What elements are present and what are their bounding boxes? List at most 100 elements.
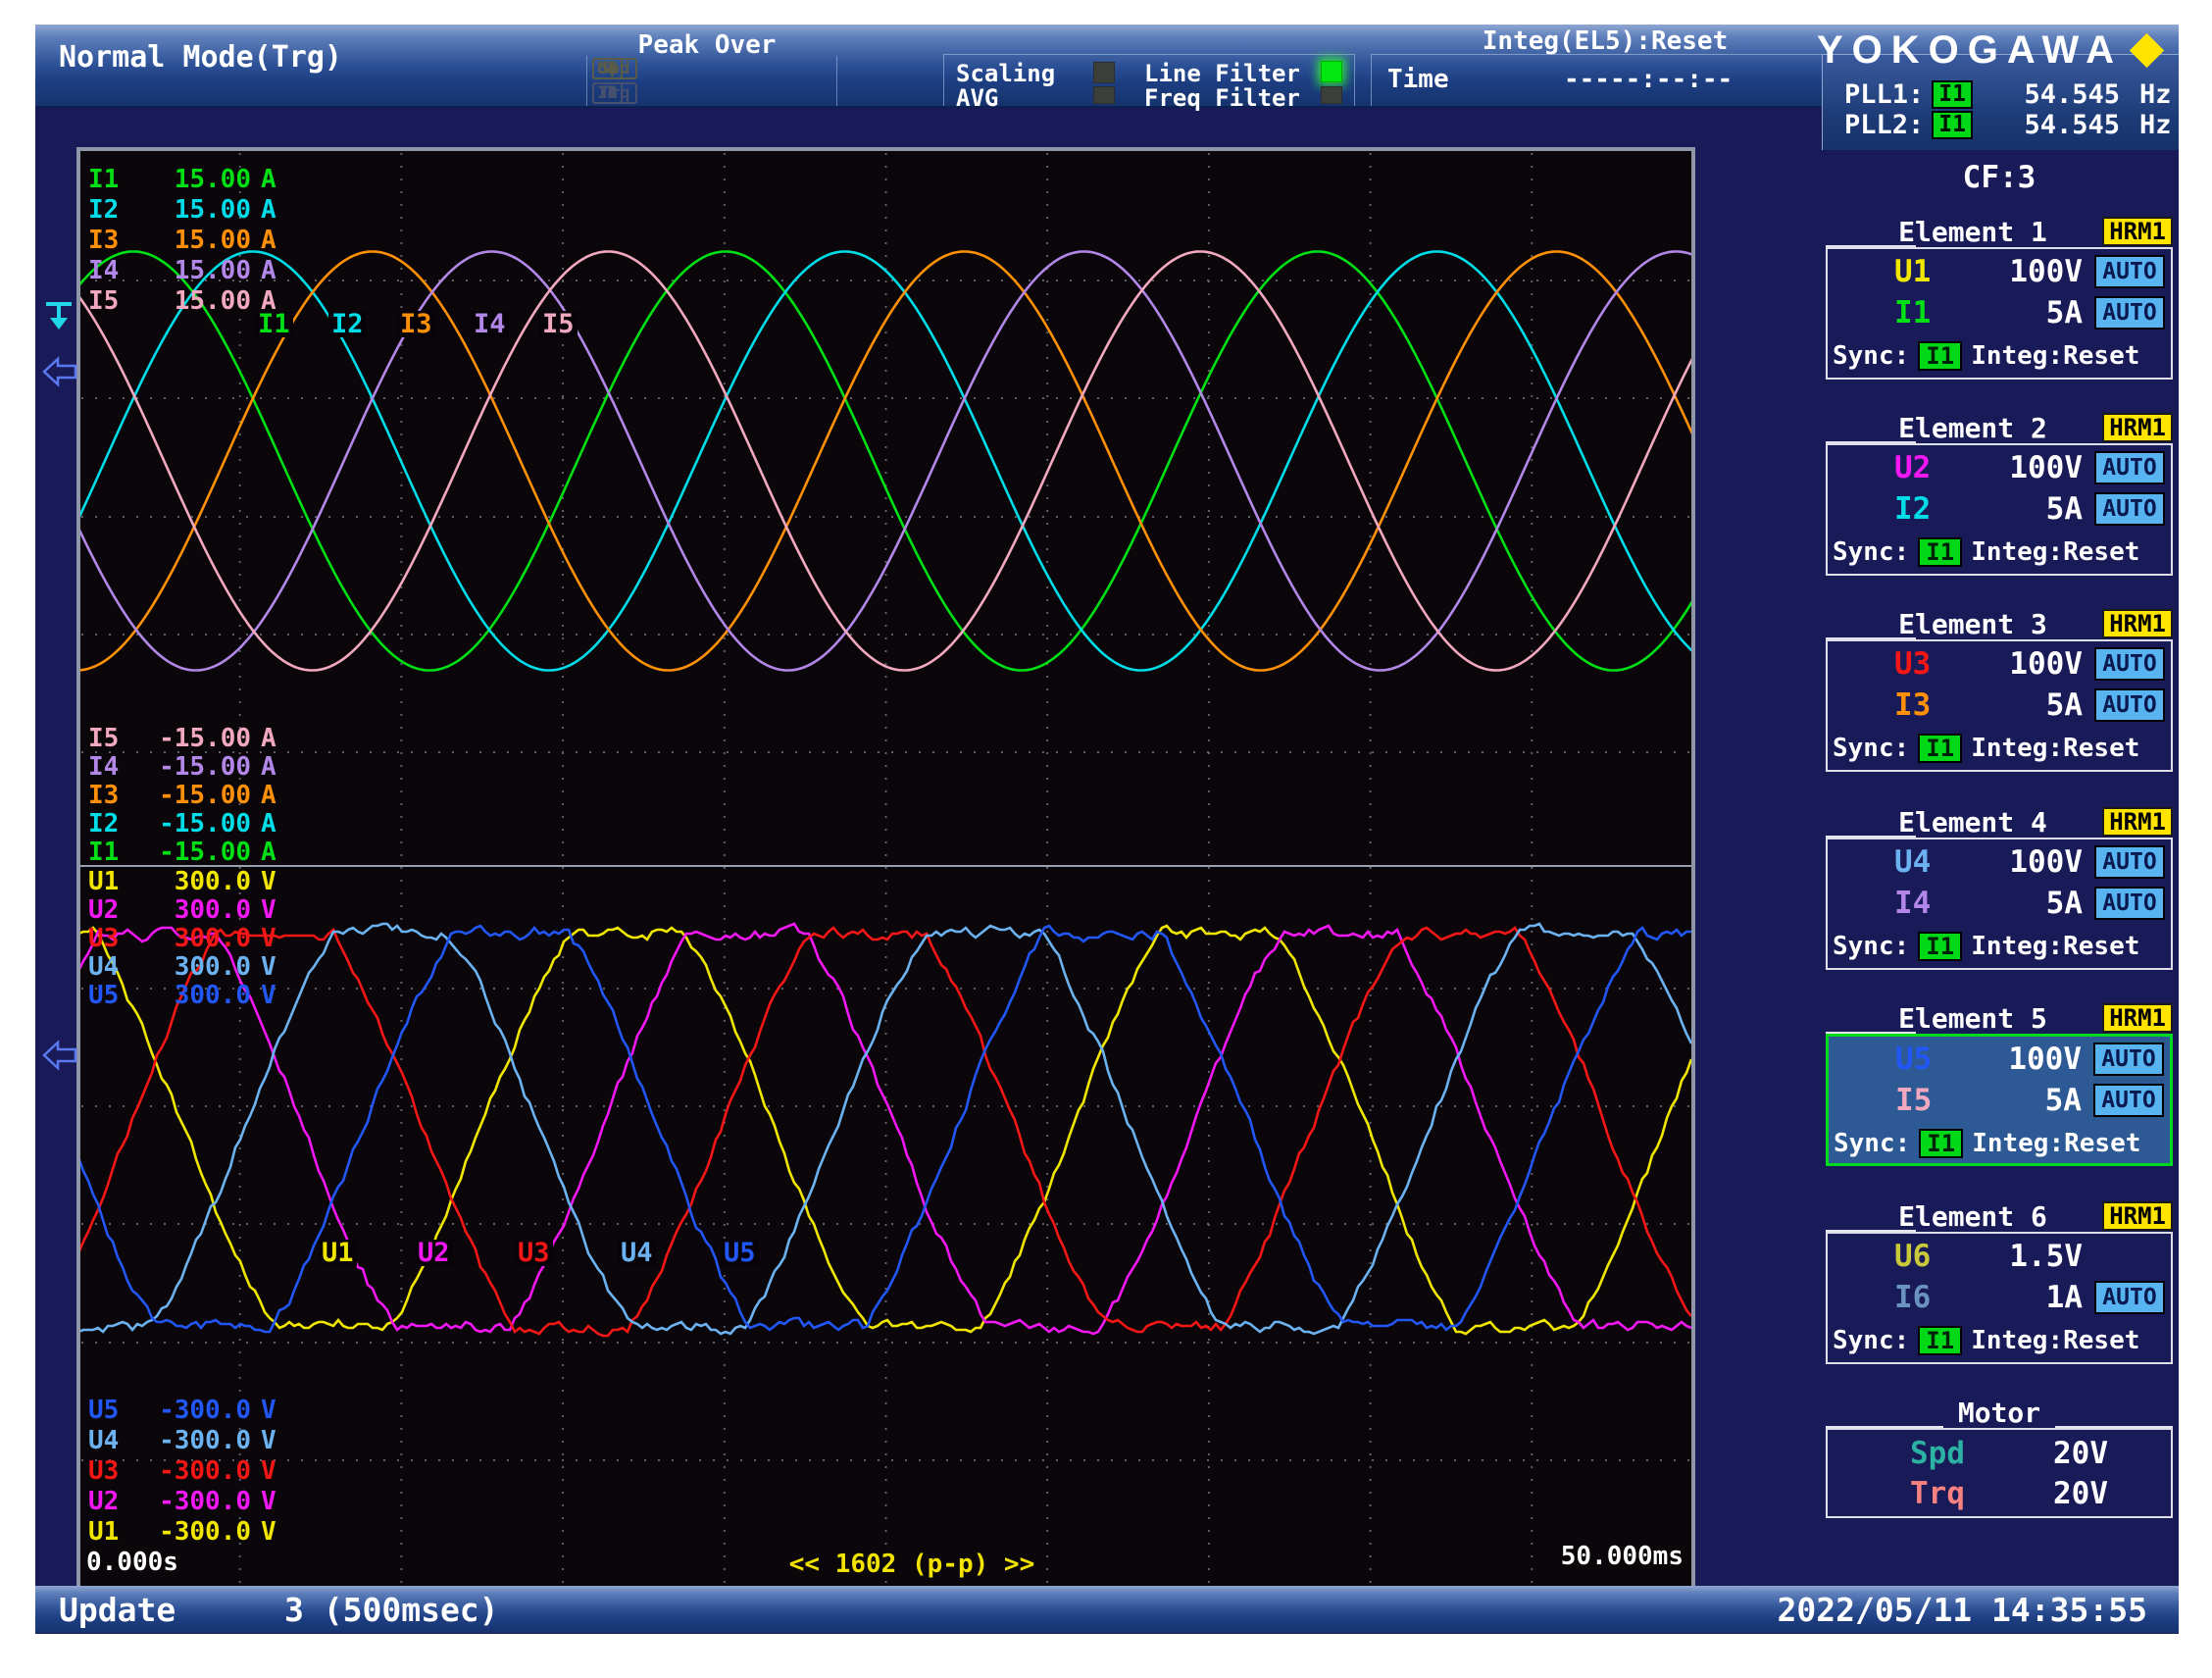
motor-title: Motor bbox=[1957, 1397, 2041, 1429]
current-range-value: 5A bbox=[2045, 886, 2083, 921]
peak-over-voltage-row: U1 U2 U3 U4 U5 U6 Spd bbox=[592, 58, 836, 82]
element-title: Element 1 bbox=[1898, 216, 2047, 248]
line-filter-led-icon bbox=[1321, 61, 1342, 82]
scale-label-i5-mid_neg: I5 -15.00 A bbox=[88, 724, 276, 753]
element-title: Element 2 bbox=[1898, 412, 2047, 444]
scale-label-i2-top: I2 15.00 A bbox=[88, 195, 276, 225]
scale-label-u5-bot_neg: U5 -300.0 V bbox=[88, 1396, 276, 1425]
element-settings-box[interactable]: U6 1.5V I6 1A AUTO Sync: I1 Integ:Reset bbox=[1826, 1232, 2173, 1364]
zero-position-marker-bottom-icon[interactable] bbox=[41, 1040, 78, 1071]
scale-label-i5-top: I5 15.00 A bbox=[88, 286, 276, 316]
element-6-panel[interactable]: Element 6 HRM1 U6 1.5V I6 1A AUTO Sync: I… bbox=[1826, 1200, 2173, 1364]
pll-frequency-unit: Hz bbox=[2138, 78, 2172, 110]
current-range-auto-badge: AUTO bbox=[2094, 492, 2165, 526]
sync-source-badge: I1 bbox=[1919, 1129, 1964, 1158]
wave-u4 bbox=[78, 922, 1693, 1336]
element-settings-box[interactable]: U1 100V AUTO I1 5A AUTO Sync: I1 Integ:Res… bbox=[1826, 247, 2173, 380]
brand: YOKOGAWA bbox=[1817, 28, 2167, 73]
element-settings-box[interactable]: U5 100V AUTO I5 5A AUTO Sync: I1 Integ:Res… bbox=[1826, 1034, 2173, 1166]
wave-u2 bbox=[78, 922, 1692, 1336]
sync-label: Sync: bbox=[1833, 932, 1910, 961]
sync-source-badge: I1 bbox=[1918, 537, 1963, 567]
harmonics-mode-badge: HRM1 bbox=[2102, 413, 2173, 442]
time-axis-start: 0.000s bbox=[86, 1548, 178, 1577]
integ-status: Integ:Reset bbox=[1971, 932, 2140, 961]
voltage-range-value: 100V bbox=[2009, 646, 2083, 682]
scale-label-u2-bot_neg: U2 -300.0 V bbox=[88, 1487, 276, 1516]
element-1-panel[interactable]: Element 1 HRM1 U1 100V AUTO I1 5A AUTO Syn… bbox=[1826, 216, 2173, 380]
harmonics-mode-badge: HRM1 bbox=[2102, 1003, 2173, 1033]
freq-filter-label: Freq Filter bbox=[1144, 84, 1300, 112]
element-title: Element 3 bbox=[1898, 608, 2047, 640]
sync-label: Sync: bbox=[1833, 734, 1910, 763]
element-2-panel[interactable]: Element 2 HRM1 U2 100V AUTO I2 5A AUTO Syn… bbox=[1826, 412, 2173, 576]
sync-row: Sync: I1 Integ:Reset bbox=[1833, 537, 2148, 567]
scale-label-u4-bot_neg: U4 -300.0 V bbox=[88, 1426, 276, 1455]
sync-row: Sync: I1 Integ:Reset bbox=[1833, 1326, 2148, 1355]
wave-label-u3: U3 bbox=[515, 1240, 553, 1266]
sync-row: Sync: I1 Integ:Reset bbox=[1833, 734, 2148, 763]
zero-position-marker-top-icon[interactable] bbox=[41, 356, 78, 387]
current-channel-label: I4 bbox=[1894, 886, 1932, 921]
pll-label: PLL1: bbox=[1844, 78, 1925, 110]
element-settings-box[interactable]: U3 100V AUTO I3 5A AUTO Sync: I1 Integ:Res… bbox=[1826, 639, 2173, 772]
voltage-range-auto-badge: AUTO bbox=[2094, 451, 2165, 484]
sync-row: Sync: I1 Integ:Reset bbox=[1833, 341, 2148, 371]
datetime: 2022/05/11 14:35:55 bbox=[1777, 1591, 2148, 1629]
integ-status: Integ:Reset bbox=[1971, 537, 2140, 567]
current-range-value: 5A bbox=[2045, 687, 2083, 723]
scale-label-i3-mid_neg: I3 -15.00 A bbox=[88, 781, 276, 810]
scale-label-u1-mid_pos: U1 300.0 V bbox=[88, 867, 276, 896]
sync-label: Sync: bbox=[1833, 537, 1910, 567]
current-channel-label: I6 bbox=[1894, 1280, 1932, 1315]
voltage-channel-label: U1 bbox=[1894, 254, 1932, 289]
harmonics-mode-badge: HRM1 bbox=[2102, 609, 2173, 638]
line-filter-label: Line Filter bbox=[1144, 60, 1300, 87]
scale-label-i3-top: I3 15.00 A bbox=[88, 226, 276, 255]
voltage-range-value: 100V bbox=[2009, 450, 2083, 485]
pll-frequency-value: 54.545 bbox=[2024, 109, 2120, 140]
current-channel-label: I3 bbox=[1894, 687, 1932, 723]
scale-label-i4-mid_neg: I4 -15.00 A bbox=[88, 752, 276, 782]
element-title-row: Element 2 HRM1 bbox=[1826, 412, 2173, 444]
wave-label-u1: U1 bbox=[319, 1240, 357, 1266]
element-title-row: Element 3 HRM1 bbox=[1826, 608, 2173, 640]
pll2-readout: PLL2: I1 54.545 Hz bbox=[1823, 109, 2179, 140]
scale-label-u2-mid_pos: U2 300.0 V bbox=[88, 895, 276, 925]
gridlines bbox=[81, 153, 1690, 1585]
voltage-channel-label: U5 bbox=[1895, 1042, 1933, 1077]
scale-label-i1-top: I1 15.00 A bbox=[88, 165, 276, 194]
scaling-label: Scaling bbox=[956, 60, 1056, 87]
trigger-level-marker-icon[interactable] bbox=[41, 299, 78, 332]
element-3-panel[interactable]: Element 3 HRM1 U3 100V AUTO I3 5A AUTO Syn… bbox=[1826, 608, 2173, 772]
element-5-panel[interactable]: Element 5 HRM1 U5 100V AUTO I5 5A AUTO Syn… bbox=[1826, 1002, 2173, 1166]
element-4-panel[interactable]: Element 4 HRM1 U4 100V AUTO I4 5A AUTO Syn… bbox=[1826, 806, 2173, 970]
integ-status: Integ:Reset bbox=[1972, 1129, 2141, 1158]
motor-channel-label: Trq bbox=[1910, 1476, 1965, 1511]
crest-factor-label: CF:3 bbox=[1962, 160, 2036, 195]
brand-wordmark: YOKOGAWA bbox=[1816, 28, 2123, 72]
wave-u3 bbox=[78, 926, 1692, 1338]
current-range-value: 5A bbox=[2045, 295, 2083, 331]
voltage-range-auto-badge: AUTO bbox=[2093, 1042, 2164, 1076]
instrument-screen: Normal Mode(Trg) Peak Over U1 U2 U3 U4 U5 U6 S… bbox=[35, 25, 2179, 1634]
element-settings-box[interactable]: U2 100V AUTO I2 5A AUTO Sync: I1 Integ:Res… bbox=[1826, 443, 2173, 576]
sync-label: Sync: bbox=[1834, 1129, 1911, 1158]
time-value: -----:--:-- bbox=[1564, 65, 1734, 94]
wave-label-i3: I3 bbox=[397, 311, 435, 337]
peak-over-indicator-spd: Spd bbox=[592, 58, 637, 79]
waveform-canvas bbox=[78, 149, 1693, 1589]
element-settings-box[interactable]: U4 100V AUTO I4 5A AUTO Sync: I1 Integ:Res… bbox=[1826, 838, 2173, 970]
scale-label-u5-mid_pos: U5 300.0 V bbox=[88, 981, 276, 1010]
current-range-auto-badge: AUTO bbox=[2094, 1281, 2165, 1314]
motor-range-value: 20V bbox=[2053, 1436, 2108, 1471]
voltage-channel-label: U2 bbox=[1894, 450, 1932, 485]
acquisition-mode-label: Normal Mode(Trg) bbox=[59, 40, 342, 75]
voltage-range-auto-badge: AUTO bbox=[2094, 647, 2165, 681]
update-label: Update bbox=[59, 1591, 176, 1629]
update-value: 3 (500msec) bbox=[284, 1591, 499, 1629]
wave-label-i5: I5 bbox=[539, 311, 578, 337]
pll-frequency-unit: Hz bbox=[2138, 109, 2172, 140]
current-channel-label: I2 bbox=[1894, 491, 1932, 527]
voltage-range-value: 1.5V bbox=[2009, 1239, 2083, 1274]
